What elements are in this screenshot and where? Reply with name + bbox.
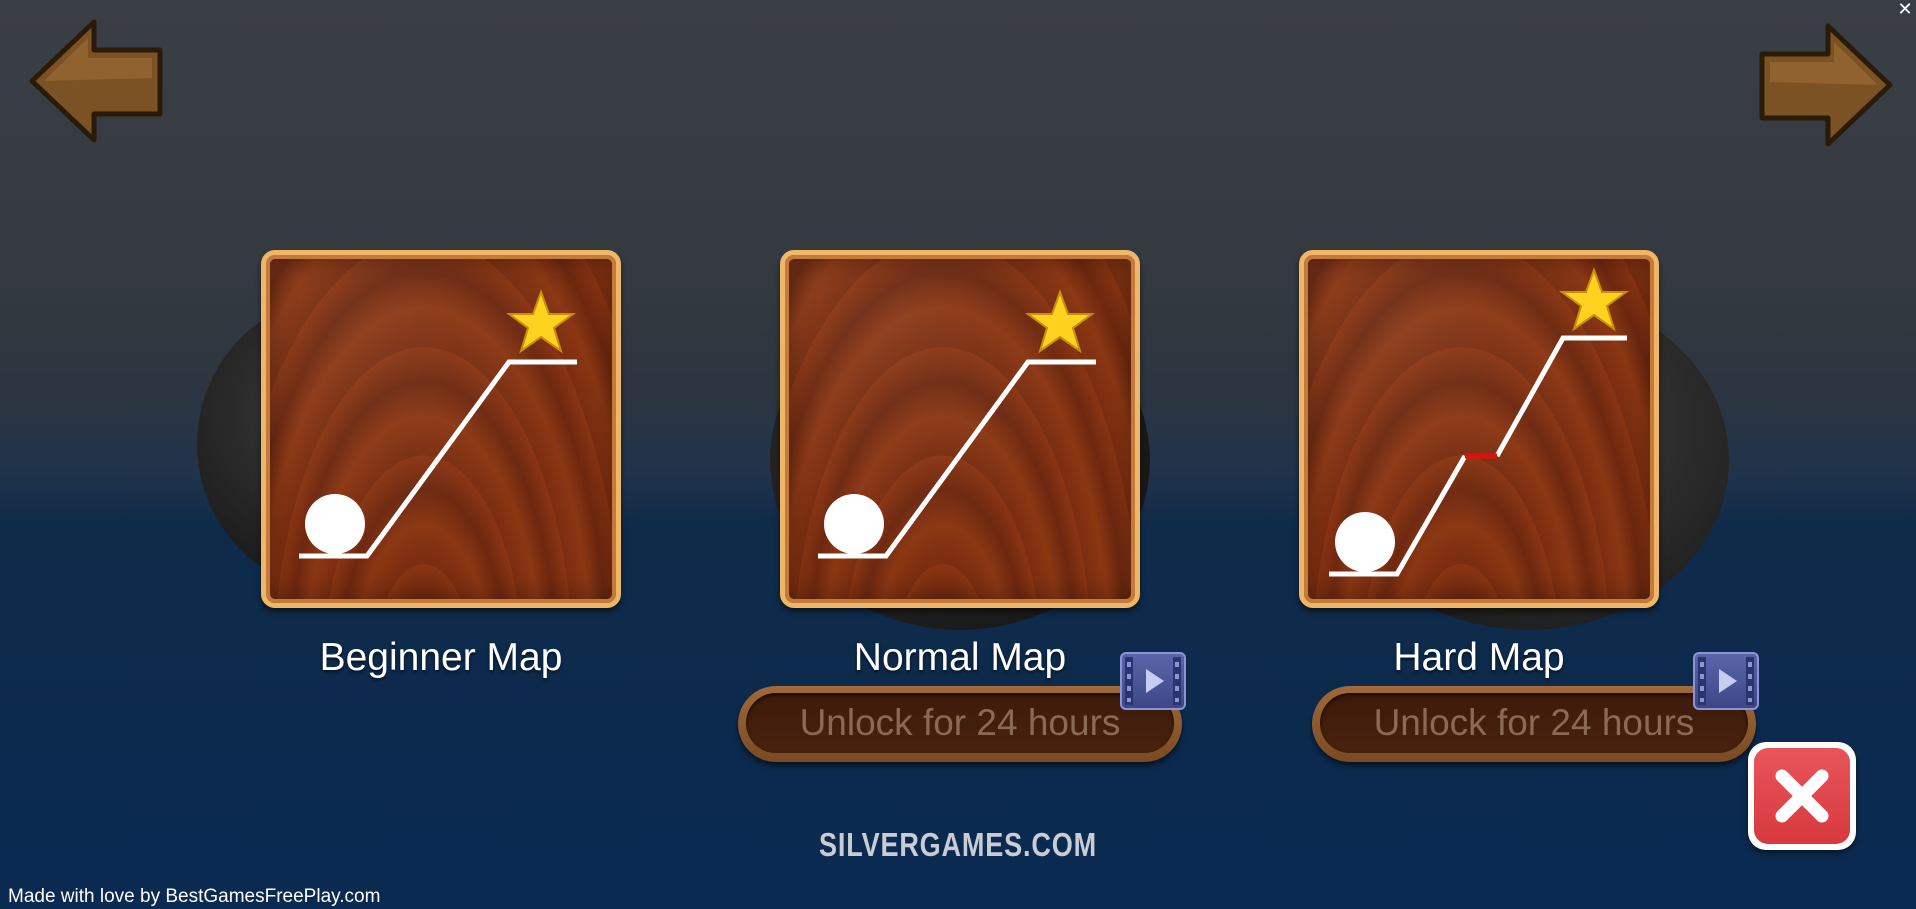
map-card-hard[interactable] [1299,250,1729,630]
ball-icon [1335,512,1395,572]
map-card-beginner[interactable] [197,250,621,608]
arrow-left-icon [29,19,163,143]
unlock-normal-map-button[interactable]: Unlock for 24 hours [738,686,1182,762]
brand-logo: SILVERGAMES.COM [819,826,1097,863]
star-icon [505,289,577,354]
close-button-face [1754,748,1850,844]
unlock-label: Unlock for 24 hours [799,702,1121,743]
ball-icon [305,494,365,554]
map-diagram [1329,267,1630,577]
map-diagram [299,289,577,559]
star-icon [1024,289,1096,354]
arrow-right-icon [1759,23,1893,147]
map-diagram [818,289,1096,559]
video-icon[interactable] [1120,652,1186,710]
unlock-label: Unlock for 24 hours [1373,702,1695,743]
close-icon [1775,769,1829,823]
ball-icon [824,494,884,554]
next-page-arrow[interactable] [1758,22,1898,148]
map-card-normal[interactable] [770,250,1150,630]
window-close-icon[interactable]: ✕ [1894,0,1916,18]
close-button[interactable] [1748,742,1856,850]
unlock-hard-map-button[interactable]: Unlock for 24 hours [1312,686,1756,762]
video-icon[interactable] [1693,652,1759,710]
map-title: Normal Map [853,636,1067,679]
credit-text: Made with love by BestGamesFreePlay.com [8,886,381,907]
map-title: Beginner Map [319,636,563,679]
previous-page-arrow[interactable] [24,18,164,144]
map-title: Hard Map [1393,636,1565,679]
star-icon [1558,267,1630,332]
